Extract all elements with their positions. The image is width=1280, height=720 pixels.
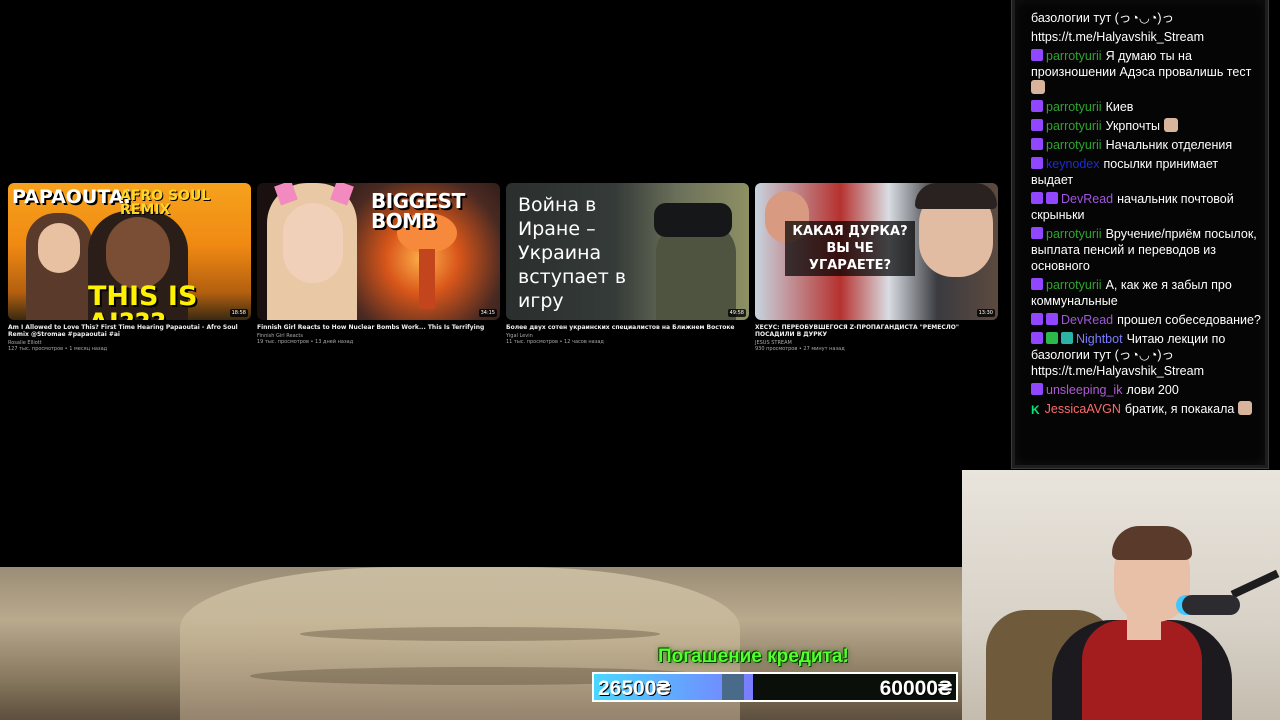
chat-message: parrotyurii Начальник отделения — [1031, 137, 1263, 153]
webcam-streamer-hair — [1112, 526, 1192, 560]
twitch-badge-icon — [1031, 157, 1043, 169]
chat-username[interactable]: keynodex — [1046, 157, 1100, 171]
chat-message: unsleeping_ik лови 200 — [1031, 382, 1263, 398]
donation-goal-bar: 26500₴ 60000₴ — [592, 672, 958, 702]
video-title[interactable]: Более двух сотен украинских специалистов… — [506, 324, 749, 331]
chat-username[interactable]: DevRead — [1061, 313, 1113, 327]
thumbnail-text: Война в Иране – Украина вступает в игру — [518, 194, 627, 312]
twitch-badge-icon — [1031, 192, 1043, 204]
chat-username[interactable]: parrotyurii — [1046, 100, 1102, 114]
road-rut — [300, 627, 660, 641]
video-duration: 13:30 — [976, 309, 995, 317]
chat-messages: базологии тут (っ◔◡◔)っ https://t.me/Halyav… — [1031, 10, 1263, 420]
donation-goal-title: Погашение кредита! — [658, 646, 849, 667]
chat-username[interactable]: parrotyurii — [1046, 278, 1102, 292]
chat-message: parrotyurii Вручение/приём посылок, выпла… — [1031, 226, 1263, 274]
twitch-badge-icon — [1031, 119, 1043, 131]
thumbnail-text: BIGGEST BOMB — [371, 189, 465, 233]
teal-badge-icon — [1061, 332, 1073, 344]
video-thumbnail[interactable]: КАКАЯ ДУРКА? ВЫ ЧЕ УГАРАЕТЕ? 13:30 — [755, 183, 998, 320]
chat-username[interactable]: parrotyurii — [1046, 138, 1102, 152]
video-title[interactable]: ХЕСУС: ПЕРЕОБУВШЕГОСЯ Z-ПРОПАГАНДИСТА "Р… — [755, 324, 998, 338]
twitch-badge-icon — [1046, 313, 1058, 325]
video-title[interactable]: Finnish Girl Reacts to How Nuclear Bombs… — [257, 324, 500, 331]
donation-goal-avatar — [722, 674, 744, 700]
video-card[interactable]: BIGGEST BOMB 34:15 Finnish Girl Reacts t… — [257, 183, 500, 363]
chat-message: Nightbot Читаю лекции по базологии тут (っ… — [1031, 331, 1263, 379]
chat-text: Укрпочты — [1105, 119, 1161, 133]
emote-icon — [1163, 118, 1178, 132]
video-card[interactable]: PAPAOUTAI AFRO SOUL REMIX THIS IS AI??? … — [8, 183, 251, 363]
twitch-badge-icon — [1031, 227, 1043, 239]
chat-text: братик, я покакала — [1124, 402, 1235, 416]
twitch-badge-icon — [1031, 278, 1043, 290]
chat-message: keynodex посылки принимает выдает — [1031, 156, 1263, 188]
twitch-badge-icon — [1031, 313, 1043, 325]
chat-text: https://t.me/Halyavshik_Stream — [1031, 30, 1204, 44]
chat-username[interactable]: JessicaAVGN — [1045, 402, 1121, 416]
video-grid: PAPAOUTAI AFRO SOUL REMIX THIS IS AI??? … — [8, 183, 1000, 363]
chat-panel: базологии тут (っ◔◡◔)っ https://t.me/Halyav… — [1012, 0, 1268, 468]
thumbnail-text: THIS IS AI??? — [88, 281, 198, 320]
twitch-badge-icon — [1031, 100, 1043, 112]
kick-badge-icon: K — [1031, 403, 1040, 417]
video-meta: 930 просмотров • 27 минут назад — [755, 346, 845, 352]
video-thumbnail[interactable]: Война в Иране – Украина вступает в игру … — [506, 183, 749, 320]
twitch-badge-icon — [1031, 138, 1043, 150]
chat-message: базологии тут (っ◔◡◔)っ — [1031, 10, 1263, 26]
chat-message: parrotyurii Укрпочты — [1031, 118, 1263, 134]
donation-goal-current: 26500₴ — [598, 677, 671, 700]
webcam-feed — [962, 470, 1280, 720]
twitch-badge-icon — [1046, 192, 1058, 204]
video-card[interactable]: КАКАЯ ДУРКА? ВЫ ЧЕ УГАРАЕТЕ? 13:30 ХЕСУС… — [755, 183, 998, 363]
chat-username[interactable]: parrotyurii — [1046, 49, 1102, 63]
video-thumbnail[interactable]: PAPAOUTAI AFRO SOUL REMIX THIS IS AI??? … — [8, 183, 251, 320]
video-title[interactable]: Am I Allowed to Love This? First Time He… — [8, 324, 251, 338]
video-duration: 18:58 — [229, 309, 248, 317]
thumbnail-text: AFRO SOUL REMIX — [120, 188, 211, 218]
chat-message: DevRead прошел собеседование? — [1031, 312, 1263, 328]
chat-message: K JessicaAVGN братик, я покакала — [1031, 401, 1263, 417]
twitch-badge-icon — [1031, 383, 1043, 395]
chat-text: лови 200 — [1126, 383, 1179, 397]
chat-username[interactable]: Nightbot — [1076, 332, 1123, 346]
video-duration: 49:58 — [727, 309, 746, 317]
chat-message: https://t.me/Halyavshik_Stream — [1031, 29, 1263, 45]
emote-icon — [1031, 80, 1045, 94]
donation-goal-target: 60000₴ — [879, 677, 952, 700]
thumbnail-text: PAPAOUTAI — [12, 186, 131, 208]
chat-message: parrotyurii Киев — [1031, 99, 1263, 115]
chat-username[interactable]: parrotyurii — [1046, 227, 1102, 241]
video-duration: 34:15 — [478, 309, 497, 317]
chat-text: базологии тут (っ◔◡◔)っ — [1031, 11, 1174, 25]
chat-text: прошел собеседование? — [1117, 313, 1261, 327]
chat-text: Киев — [1105, 100, 1134, 114]
emote-icon — [1237, 401, 1252, 415]
chat-username[interactable]: DevRead — [1061, 192, 1113, 206]
video-card[interactable]: Война в Иране – Украина вступает в игру … — [506, 183, 749, 363]
chat-message: parrotyurii Я думаю ты на произношении Ад… — [1031, 48, 1263, 96]
chat-text: Начальник отделения — [1105, 138, 1233, 152]
chat-message: DevRead начальник почтовой скрыньки — [1031, 191, 1263, 223]
microphone — [1182, 595, 1240, 615]
video-meta: 11 тыс. просмотров • 12 часов назад — [506, 339, 604, 345]
video-meta: 127 тыс. просмотров • 1 месяц назад — [8, 346, 108, 352]
chat-message: parrotyurii А, как же я забыл про коммуна… — [1031, 277, 1263, 309]
video-meta: 19 тыс. просмотров • 13 дней назад — [257, 339, 354, 345]
video-thumbnail[interactable]: BIGGEST BOMB 34:15 — [257, 183, 500, 320]
twitch-badge-icon — [1031, 332, 1043, 344]
green-badge-icon — [1046, 332, 1058, 344]
twitch-badge-icon — [1031, 49, 1043, 61]
chat-username[interactable]: parrotyurii — [1046, 119, 1102, 133]
thumbnail-text: КАКАЯ ДУРКА? ВЫ ЧЕ УГАРАЕТЕ? — [785, 221, 915, 276]
mic-arm — [1230, 569, 1280, 599]
chat-username[interactable]: unsleeping_ik — [1046, 383, 1122, 397]
